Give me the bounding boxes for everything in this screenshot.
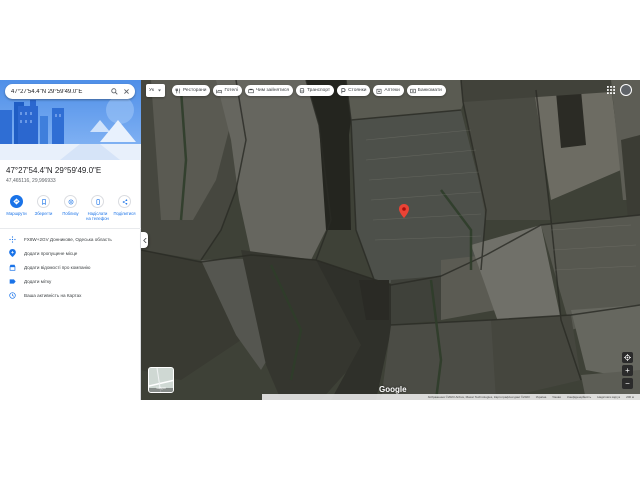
chip-transit[interactable]: Транспорт bbox=[296, 85, 335, 96]
chip-label: Ресторани bbox=[182, 88, 207, 93]
zoom-out-label: − bbox=[625, 378, 630, 388]
google-logo: Google bbox=[379, 385, 407, 394]
map-controls: + − bbox=[622, 352, 633, 391]
parking-icon bbox=[340, 87, 346, 94]
collapse-panel-button[interactable] bbox=[141, 232, 148, 248]
add-business-row[interactable]: Додати відомості про компанію bbox=[0, 260, 141, 274]
chip-things-to-do[interactable]: Чим зайнятися bbox=[244, 85, 294, 96]
plus-code-icon bbox=[8, 235, 16, 243]
business-icon bbox=[8, 263, 16, 271]
attribution-feedback-link[interactable]: Надіслати відгук bbox=[597, 395, 620, 399]
close-icon[interactable] bbox=[120, 86, 132, 98]
chip-hotels[interactable]: Готелі bbox=[213, 85, 242, 96]
search-box[interactable]: 47°27'54.4"N 29°59'49.0"E bbox=[5, 84, 135, 99]
layers-toggle[interactable]: Шари bbox=[148, 367, 174, 393]
add-label-row[interactable]: Додати мітку bbox=[0, 274, 141, 288]
hotel-icon bbox=[216, 88, 223, 94]
chip-parking[interactable]: Стоянки bbox=[337, 85, 371, 96]
chip-label: Банкомати bbox=[417, 88, 442, 93]
chip-restaurants[interactable]: Ресторани bbox=[171, 85, 211, 96]
save-button[interactable]: Зберегти bbox=[31, 195, 56, 221]
directions-button[interactable]: Маршрути bbox=[4, 195, 29, 221]
attribution-privacy-link[interactable]: Конфіденційність bbox=[567, 395, 591, 399]
attribution-terms-link[interactable]: Умови bbox=[552, 395, 561, 399]
place-hero-image: 47°27'54.4"N 29°59'49.0"E bbox=[0, 80, 141, 160]
add-place-icon bbox=[8, 249, 16, 257]
chip-label: Стоянки bbox=[348, 88, 367, 93]
search-input[interactable]: 47°27'54.4"N 29°59'49.0"E bbox=[11, 89, 108, 95]
chip-label: Готелі bbox=[224, 88, 238, 93]
my-location-button[interactable] bbox=[622, 352, 633, 363]
zoom-out-button[interactable]: − bbox=[622, 378, 633, 389]
phone-icon bbox=[91, 195, 104, 208]
directions-icon bbox=[10, 195, 23, 208]
maps-activity-row[interactable]: Ваша активність на Картах bbox=[0, 288, 141, 302]
maps-viewport: Ук Ресторани Готелі Чим зайнятися Трансп… bbox=[0, 80, 640, 400]
nearby-button[interactable]: Поблизу bbox=[58, 195, 83, 221]
satellite-map[interactable] bbox=[141, 80, 640, 400]
category-chips: Ук Ресторани Готелі Чим зайнятися Трансп… bbox=[146, 84, 449, 97]
attribution-bar: Зображення ©2023 Airbus, Maxar Technolog… bbox=[262, 394, 640, 400]
apps-grid-icon[interactable] bbox=[607, 86, 615, 94]
pharmacy-icon bbox=[376, 88, 382, 94]
chevron-left-icon bbox=[142, 237, 147, 243]
my-location-icon bbox=[624, 354, 631, 361]
history-icon bbox=[8, 291, 16, 299]
send-to-phone-button[interactable]: Надіслати на телефон bbox=[85, 195, 110, 221]
place-coordinates: 47,465116, 29,996933 bbox=[6, 178, 56, 184]
scale-label[interactable]: 200 м bbox=[626, 395, 634, 399]
save-label: Зберегти bbox=[34, 211, 53, 216]
transit-icon bbox=[299, 87, 305, 94]
chip-atm[interactable]: Банкомати bbox=[406, 85, 446, 96]
add-missing-place-text: Додати пропущене місце bbox=[24, 250, 78, 256]
satellite-imagery bbox=[141, 80, 640, 400]
language-selector[interactable]: Ук bbox=[146, 84, 165, 97]
chip-pharmacy[interactable]: Аптеки bbox=[373, 85, 404, 96]
directions-label: Маршрути bbox=[6, 211, 27, 216]
atm-icon bbox=[410, 88, 416, 94]
place-info-list: FX8W+2GV Донникове, Одеська область Дода… bbox=[0, 232, 141, 302]
send-to-phone-label: Надіслати на телефон bbox=[86, 211, 109, 221]
add-missing-place-row[interactable]: Додати пропущене місце bbox=[0, 246, 141, 260]
account-avatar[interactable] bbox=[620, 84, 632, 96]
add-business-text: Додати відомості про компанію bbox=[24, 264, 91, 270]
label-icon bbox=[8, 277, 16, 285]
action-buttons: Маршрути Зберегти Поблизу Надіслати на т… bbox=[4, 195, 137, 221]
nearby-icon bbox=[64, 195, 77, 208]
share-icon bbox=[118, 195, 131, 208]
location-pin-icon[interactable] bbox=[399, 204, 409, 218]
share-label: Поділитися bbox=[113, 211, 136, 216]
restaurant-icon bbox=[175, 87, 181, 94]
zoom-in-label: + bbox=[625, 365, 630, 375]
things-to-do-icon bbox=[248, 88, 254, 94]
attribution-imagery: Зображення ©2023 Airbus, Maxar Technolog… bbox=[427, 395, 530, 399]
layers-label: Шари bbox=[156, 386, 166, 390]
search-icon[interactable] bbox=[108, 86, 120, 98]
language-label: Ук bbox=[149, 88, 154, 93]
plus-code-text: FX8W+2GV Донникове, Одеська область bbox=[24, 236, 112, 242]
attribution-country[interactable]: Україна bbox=[536, 395, 547, 399]
chip-label: Аптеки bbox=[384, 88, 400, 93]
divider bbox=[0, 228, 141, 229]
zoom-in-button[interactable]: + bbox=[622, 365, 633, 376]
nearby-label: Поблизу bbox=[62, 211, 79, 216]
place-panel: 47°27'54.4"N 29°59'49.0"E 47°27'54.4"N 2… bbox=[0, 80, 141, 400]
plus-code-row[interactable]: FX8W+2GV Донникове, Одеська область bbox=[0, 232, 141, 246]
chevron-down-icon bbox=[157, 89, 161, 92]
chip-label: Транспорт bbox=[307, 88, 331, 93]
bookmark-icon bbox=[37, 195, 50, 208]
share-button[interactable]: Поділитися bbox=[112, 195, 137, 221]
maps-activity-text: Ваша активність на Картах bbox=[24, 292, 82, 298]
add-label-text: Додати мітку bbox=[24, 278, 52, 284]
place-title: 47°27'54.4"N 29°59'49.0"E bbox=[6, 166, 102, 175]
chip-label: Чим зайнятися bbox=[255, 88, 290, 93]
